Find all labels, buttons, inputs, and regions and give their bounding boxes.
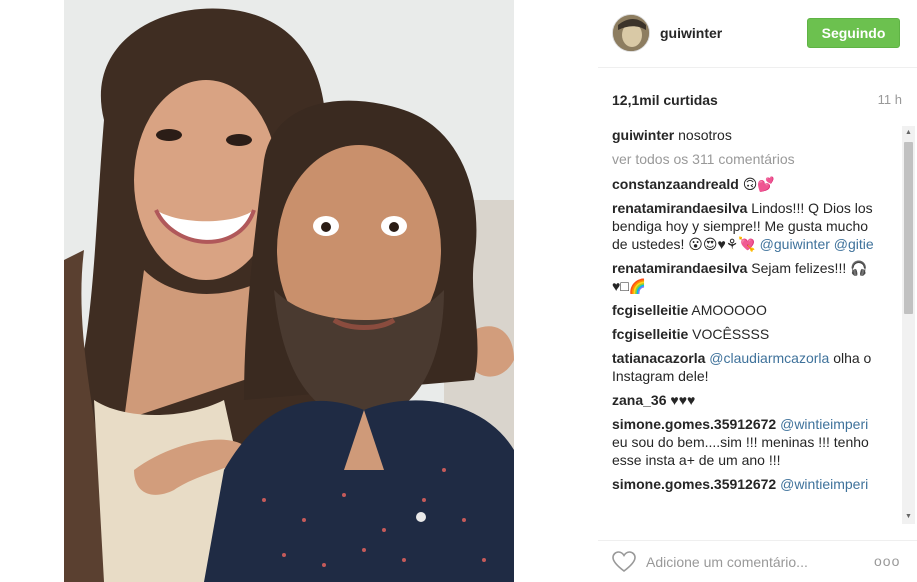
username[interactable]: guiwinter: [660, 25, 722, 41]
post-photo-pane: [0, 0, 598, 582]
avatar-image: [613, 15, 649, 51]
comments-list: guiwinter nosotros ver todos os 311 come…: [612, 126, 884, 524]
comment-item: tatianacazorla @claudiarmcazorla olha o …: [612, 349, 884, 385]
comment-item: simone.gomes.35912672 @wintieimperi eu s…: [612, 415, 884, 469]
comment-user[interactable]: fcgiselleitie: [612, 326, 688, 342]
scroll-thumb[interactable]: [904, 142, 913, 314]
comment-item: renatamirandaesilva Lindos!!! Q Dios los…: [612, 199, 884, 253]
comment-mention[interactable]: @gitie: [834, 236, 874, 252]
scroll-down-arrow-icon[interactable]: ▼: [902, 510, 915, 524]
add-comment-input[interactable]: [646, 551, 858, 573]
comment-user[interactable]: simone.gomes.35912672: [612, 476, 776, 492]
comment-user[interactable]: fcgiselleitie: [612, 302, 688, 318]
comment-item: zana_36 ♥♥♥: [612, 391, 884, 409]
caption-user[interactable]: guiwinter: [612, 127, 674, 143]
comment-mention[interactable]: @claudiarmcazorla: [709, 350, 829, 366]
comment-text: AMOOOOO: [691, 302, 767, 318]
post-header: guiwinter Seguindo: [598, 0, 917, 68]
comment-user[interactable]: simone.gomes.35912672: [612, 416, 776, 432]
post-time[interactable]: 11 h: [878, 92, 902, 107]
comment-user[interactable]: tatianacazorla: [612, 350, 705, 366]
comment-item: simone.gomes.35912672 @wintieimperi: [612, 475, 884, 493]
likes-row: 12,1mil curtidas 11 h: [612, 92, 902, 108]
comment-user[interactable]: zana_36: [612, 392, 666, 408]
comment-mention[interactable]: @wintieimperi: [780, 416, 868, 432]
selfie-illustration: [64, 0, 514, 582]
caption: guiwinter nosotros: [612, 126, 884, 144]
comment-text: eu sou do bem....sim !!! meninas !!! ten…: [612, 434, 869, 468]
comment-item: constanzaandreald 🙃💕: [612, 175, 884, 193]
post-photo[interactable]: [64, 0, 514, 582]
comment-user[interactable]: renatamirandaesilva: [612, 200, 747, 216]
following-button[interactable]: Seguindo: [807, 18, 900, 48]
caption-text: nosotros: [678, 127, 732, 143]
scroll-up-arrow-icon[interactable]: ▲: [902, 126, 915, 140]
avatar[interactable]: [612, 14, 650, 52]
more-options-icon[interactable]: ooo: [874, 553, 900, 569]
comment-text: ♥♥♥: [670, 392, 696, 408]
comment-user[interactable]: constanzaandreald: [612, 176, 739, 192]
comment-user[interactable]: renatamirandaesilva: [612, 260, 747, 276]
post-sidebar: guiwinter Seguindo 12,1mil curtidas 11 h…: [598, 0, 917, 582]
comment-item: fcgiselleitie AMOOOOO: [612, 301, 884, 319]
comment-text: 🙃💕: [742, 176, 775, 192]
comments-scrollbar[interactable]: ▲ ▼: [902, 126, 915, 524]
comment-mention[interactable]: @wintieimperi: [780, 476, 868, 492]
likes-count[interactable]: 12,1mil curtidas: [612, 92, 718, 108]
comment-item: fcgiselleitie VOCÊSSSS: [612, 325, 884, 343]
comment-mention[interactable]: @guiwinter: [760, 236, 830, 252]
comment-text: VOCÊSSSS: [692, 326, 770, 342]
post-footer: ooo: [598, 540, 917, 582]
heart-icon[interactable]: [612, 551, 636, 573]
comment-item: renatamirandaesilva Sejam felizes!!! 🎧♥□…: [612, 259, 884, 295]
view-all-comments-link[interactable]: ver todos os 311 comentários: [612, 150, 884, 168]
